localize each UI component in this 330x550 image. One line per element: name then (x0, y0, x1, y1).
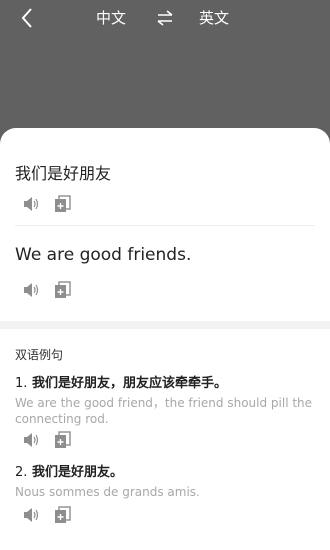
speaker-icon[interactable] (22, 281, 40, 299)
example-english: Nous sommes de grands amis. (15, 485, 200, 499)
source-language-button[interactable]: 中文 (96, 8, 126, 28)
source-text: 我们是好朋友 (15, 164, 112, 183)
header-bar: 中文 英文 (0, 0, 330, 130)
example-chinese: 我们是好朋友。 (31, 465, 123, 480)
translation-card: 我们是好朋友 We are good friends. 双语例句 1. 我们是好… (0, 128, 330, 550)
example-chinese: 我们是好朋友，朋友应该牵牵手。 (31, 376, 227, 391)
copy-icon[interactable] (54, 506, 72, 524)
example-item: 2. 我们是好朋友。 Nous sommes de grands amis. (15, 461, 315, 500)
back-chevron-icon[interactable] (16, 6, 40, 30)
speaker-icon[interactable] (22, 431, 40, 449)
speaker-icon[interactable] (22, 195, 40, 213)
section-gap (0, 321, 330, 329)
examples-title: 双语例句 (15, 348, 64, 362)
copy-icon[interactable] (54, 281, 72, 299)
swap-arrows-icon[interactable] (155, 9, 175, 27)
target-language-button[interactable]: 英文 (199, 8, 229, 28)
copy-icon[interactable] (54, 431, 72, 449)
example-english: We are the good friend，the friend should… (15, 396, 313, 426)
translated-text: We are good friends. (15, 245, 192, 265)
copy-icon[interactable] (54, 195, 72, 213)
speaker-icon[interactable] (22, 506, 40, 524)
example-number: 2. (15, 465, 28, 480)
example-item: 1. 我们是好朋友，朋友应该牵牵手。 We are the good frien… (15, 372, 315, 427)
example-number: 1. (15, 376, 28, 391)
divider (15, 225, 315, 226)
